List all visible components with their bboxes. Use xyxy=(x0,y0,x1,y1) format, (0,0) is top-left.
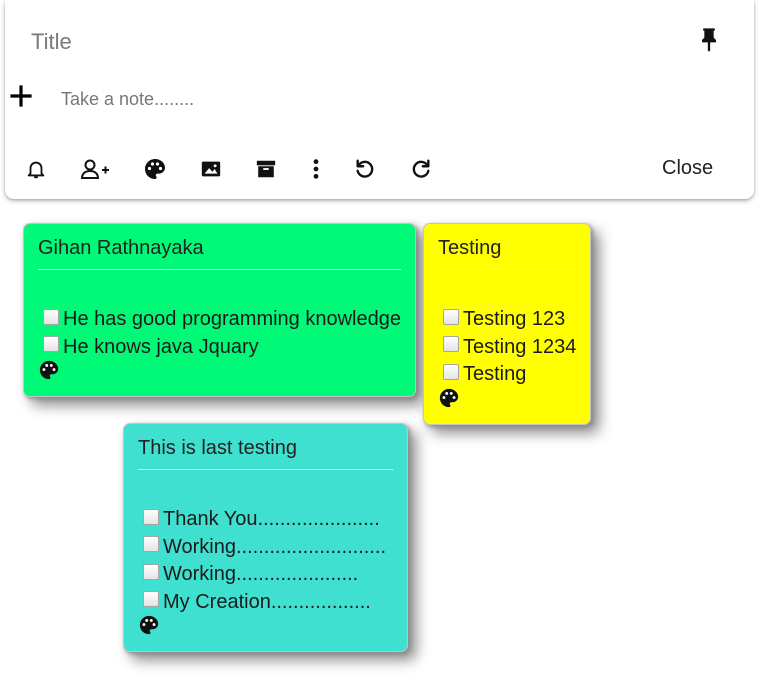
note-editor: Close xyxy=(5,0,754,199)
palette-icon[interactable] xyxy=(38,359,60,381)
checklist-item: Testing 1234 xyxy=(438,334,576,362)
redo-icon[interactable] xyxy=(407,155,435,183)
item-text: Working........................... xyxy=(163,535,387,558)
pin-icon[interactable] xyxy=(695,25,723,55)
checkbox[interactable] xyxy=(143,591,159,608)
more-vert-icon[interactable] xyxy=(302,155,330,183)
note-card[interactable]: This is last testing Thank You..........… xyxy=(123,423,408,652)
archive-icon[interactable] xyxy=(252,155,280,183)
undo-icon[interactable] xyxy=(351,155,379,183)
checklist-item: He has good programming knowledge xyxy=(38,306,401,334)
note-card[interactable]: Gihan Rathnayaka He has good programming… xyxy=(23,223,416,397)
checklist-item: Testing xyxy=(438,361,576,389)
item-text: Working...................... xyxy=(163,563,359,586)
checkbox[interactable] xyxy=(143,536,159,553)
close-button[interactable]: Close xyxy=(662,154,713,182)
item-text: He has good programming knowledge xyxy=(63,308,401,331)
item-text: Thank You...................... xyxy=(163,508,380,531)
checklist-item: He knows java Jquary xyxy=(38,334,401,362)
title-input[interactable] xyxy=(19,24,683,60)
checklist-item: Thank You...................... xyxy=(138,506,393,534)
item-text: Testing xyxy=(463,363,527,386)
checkbox[interactable] xyxy=(443,308,459,325)
item-text: He knows java Jquary xyxy=(63,335,259,358)
palette-icon[interactable] xyxy=(141,155,169,183)
note-title: Testing xyxy=(438,224,576,270)
item-text: Testing 1234 xyxy=(463,335,577,358)
checkbox[interactable] xyxy=(443,336,459,353)
add-person-icon[interactable] xyxy=(79,155,113,183)
checkbox[interactable] xyxy=(43,336,59,353)
image-icon[interactable] xyxy=(197,155,225,183)
item-text: My Creation.................. xyxy=(163,590,371,613)
checklist-item: Working...................... xyxy=(138,561,393,589)
palette-icon[interactable] xyxy=(138,614,160,636)
note-card[interactable]: Testing Testing 123 Testing 1234 Testing xyxy=(423,223,591,425)
plus-icon[interactable] xyxy=(9,84,33,108)
checklist-item: Working........................... xyxy=(138,534,393,562)
checklist-item: Testing 123 xyxy=(438,306,576,334)
checkbox[interactable] xyxy=(443,363,459,380)
checklist-item: My Creation.................. xyxy=(138,589,393,617)
item-text: Testing 123 xyxy=(463,308,566,331)
note-title: Gihan Rathnayaka xyxy=(38,224,401,270)
checkbox[interactable] xyxy=(43,308,59,325)
checkbox[interactable] xyxy=(143,563,159,580)
checkbox[interactable] xyxy=(143,508,159,525)
bell-icon[interactable] xyxy=(22,155,50,183)
note-input[interactable] xyxy=(51,86,631,112)
note-title: This is last testing xyxy=(138,424,393,470)
palette-icon[interactable] xyxy=(438,387,460,409)
